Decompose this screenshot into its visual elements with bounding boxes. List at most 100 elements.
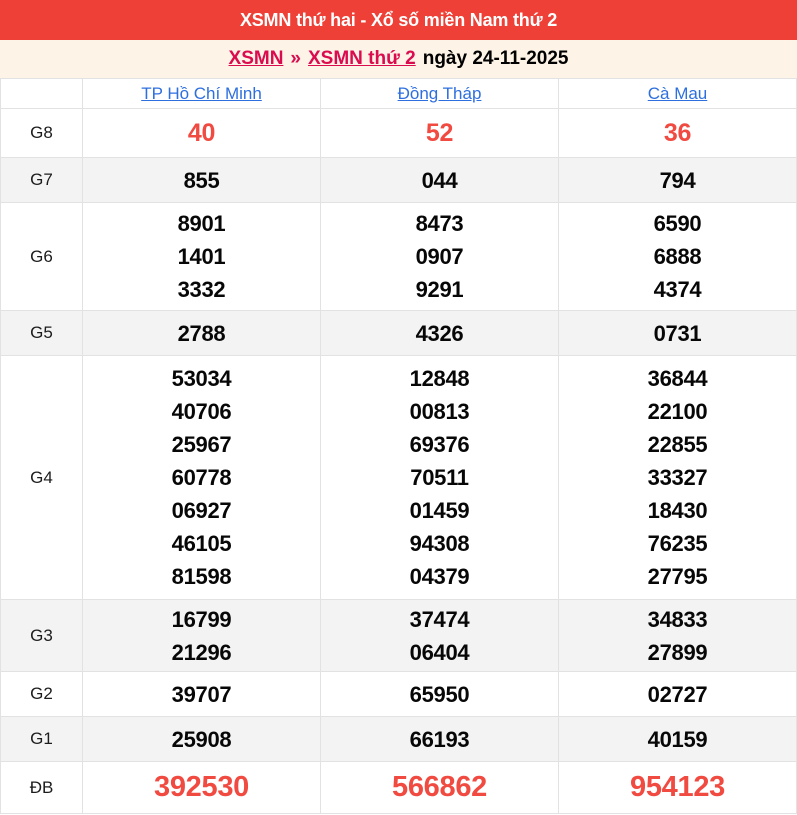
breadcrumb-separator: » — [290, 48, 301, 70]
prize-cell: 4326 — [321, 311, 559, 356]
prize-number: 04379 — [321, 560, 558, 593]
prize-row-g3: G3 16799 21296 37474 06404 34833 27899 — [1, 600, 797, 672]
prize-number: 76235 — [559, 527, 796, 560]
prize-cell: 36844 22100 22855 33327 18430 76235 2779… — [559, 356, 797, 600]
breadcrumb: XSMN » XSMN thứ 2 ngày 24-11-2025 — [0, 40, 797, 78]
prize-number: 60778 — [83, 461, 320, 494]
prize-cell: 52 — [321, 109, 559, 158]
prize-label-g5: G5 — [1, 311, 83, 356]
prize-number: 39707 — [83, 678, 320, 711]
prize-number: 25967 — [83, 428, 320, 461]
prize-cell: 39707 — [83, 672, 321, 717]
prize-number: 2788 — [83, 317, 320, 350]
province-link-ca-mau[interactable]: Cà Mau — [648, 84, 708, 103]
page-title-bar: XSMN thứ hai - Xổ số miền Nam thứ 2 — [0, 0, 797, 40]
prize-number: 22855 — [559, 428, 796, 461]
prize-number: 33327 — [559, 461, 796, 494]
prize-label-g3: G3 — [1, 600, 83, 672]
prize-cell: 36 — [559, 109, 797, 158]
prize-number: 52 — [321, 117, 558, 150]
prize-number: 0907 — [321, 240, 558, 273]
jackpot-number: 392530 — [83, 771, 320, 804]
prize-number: 8901 — [83, 207, 320, 240]
prize-cell: 8473 0907 9291 — [321, 203, 559, 311]
prize-number: 40159 — [559, 723, 796, 756]
prize-number: 81598 — [83, 560, 320, 593]
province-cell: Đồng Tháp — [321, 79, 559, 109]
prize-row-g8: G8 40 52 36 — [1, 109, 797, 158]
prize-number: 9291 — [321, 273, 558, 306]
prize-number: 044 — [321, 164, 558, 197]
prize-cell: 40159 — [559, 717, 797, 762]
province-link-tp-ho-chi-minh[interactable]: TP Hồ Chí Minh — [141, 84, 262, 103]
prize-row-g5: G5 2788 4326 0731 — [1, 311, 797, 356]
prize-cell: 25908 — [83, 717, 321, 762]
prize-number: 794 — [559, 164, 796, 197]
prize-number: 40706 — [83, 395, 320, 428]
prize-number: 66193 — [321, 723, 558, 756]
prize-cell: 0731 — [559, 311, 797, 356]
prize-number: 8473 — [321, 207, 558, 240]
prize-number: 16799 — [83, 603, 320, 636]
prize-cell: 855 — [83, 158, 321, 203]
prize-number: 36844 — [559, 362, 796, 395]
prize-label-g8: G8 — [1, 109, 83, 158]
prize-number: 855 — [83, 164, 320, 197]
prize-label-g1: G1 — [1, 717, 83, 762]
prize-number: 02727 — [559, 678, 796, 711]
prize-cell: 53034 40706 25967 60778 06927 46105 8159… — [83, 356, 321, 600]
prize-number: 06404 — [321, 636, 558, 669]
prize-cell: 37474 06404 — [321, 600, 559, 672]
prize-cell: 65950 — [321, 672, 559, 717]
province-header-row: TP Hồ Chí Minh Đồng Tháp Cà Mau — [1, 79, 797, 109]
prize-number: 0731 — [559, 317, 796, 350]
prize-number: 6888 — [559, 240, 796, 273]
prize-label-g7: G7 — [1, 158, 83, 203]
prize-number: 6590 — [559, 207, 796, 240]
lottery-results-table: TP Hồ Chí Minh Đồng Tháp Cà Mau G8 40 52… — [0, 78, 797, 814]
prize-number: 22100 — [559, 395, 796, 428]
prize-row-g1: G1 25908 66193 40159 — [1, 717, 797, 762]
page-title: XSMN thứ hai - Xổ số miền Nam thứ 2 — [240, 10, 557, 31]
jackpot-number: 566862 — [321, 771, 558, 804]
jackpot-number: 954123 — [559, 771, 796, 804]
corner-cell — [1, 79, 83, 109]
province-link-dong-thap[interactable]: Đồng Tháp — [398, 84, 482, 103]
prize-cell: 392530 — [83, 762, 321, 814]
prize-number: 46105 — [83, 527, 320, 560]
prize-row-g7: G7 855 044 794 — [1, 158, 797, 203]
prize-cell: 8901 1401 3332 — [83, 203, 321, 311]
prize-row-db: ĐB 392530 566862 954123 — [1, 762, 797, 814]
prize-cell: 16799 21296 — [83, 600, 321, 672]
prize-number: 65950 — [321, 678, 558, 711]
province-cell: Cà Mau — [559, 79, 797, 109]
prize-label-g6: G6 — [1, 203, 83, 311]
prize-row-g6: G6 8901 1401 3332 8473 0907 9291 6590 68… — [1, 203, 797, 311]
prize-cell: 2788 — [83, 311, 321, 356]
prize-number: 25908 — [83, 723, 320, 756]
prize-cell: 12848 00813 69376 70511 01459 94308 0437… — [321, 356, 559, 600]
prize-cell: 34833 27899 — [559, 600, 797, 672]
prize-number: 27795 — [559, 560, 796, 593]
prize-number: 3332 — [83, 273, 320, 306]
breadcrumb-link-xsmn-thu-2[interactable]: XSMN thứ 2 — [308, 48, 416, 70]
prize-number: 94308 — [321, 527, 558, 560]
prize-number: 1401 — [83, 240, 320, 273]
prize-cell: 6590 6888 4374 — [559, 203, 797, 311]
prize-label-g4: G4 — [1, 356, 83, 600]
prize-number: 69376 — [321, 428, 558, 461]
prize-number: 00813 — [321, 395, 558, 428]
prize-number: 34833 — [559, 603, 796, 636]
breadcrumb-link-xsmn[interactable]: XSMN — [229, 48, 284, 70]
prize-number: 70511 — [321, 461, 558, 494]
prize-cell: 02727 — [559, 672, 797, 717]
prize-number: 01459 — [321, 494, 558, 527]
prize-label-g2: G2 — [1, 672, 83, 717]
prize-cell: 566862 — [321, 762, 559, 814]
prize-number: 4326 — [321, 317, 558, 350]
prize-label-db: ĐB — [1, 762, 83, 814]
prize-cell: 954123 — [559, 762, 797, 814]
prize-number: 27899 — [559, 636, 796, 669]
province-cell: TP Hồ Chí Minh — [83, 79, 321, 109]
prize-number: 12848 — [321, 362, 558, 395]
